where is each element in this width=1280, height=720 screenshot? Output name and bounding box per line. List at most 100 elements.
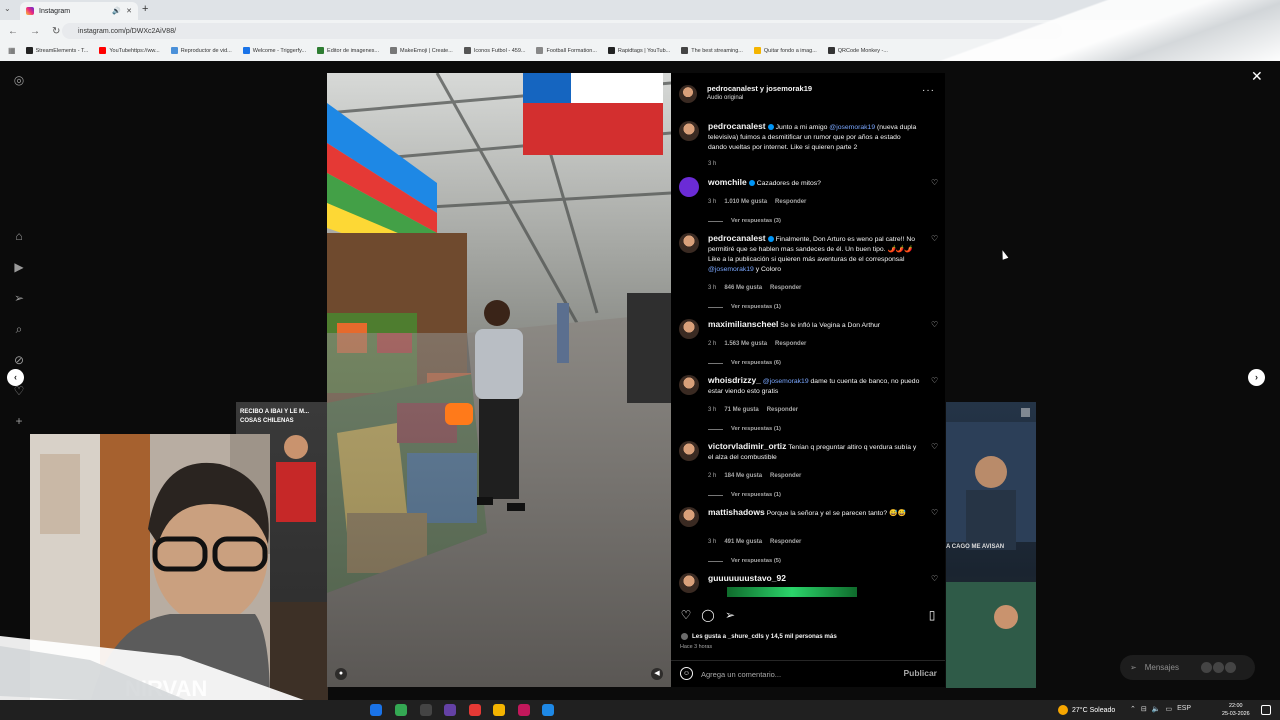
new-tab-button[interactable]: + bbox=[142, 3, 148, 15]
previous-post-icon[interactable]: ‹ bbox=[7, 369, 24, 386]
comment-like-icon[interactable]: ♡ bbox=[931, 321, 939, 329]
instagram-logo-icon[interactable]: ◎ bbox=[12, 73, 26, 87]
bookmark-item[interactable]: Quitar fondo a imag... bbox=[753, 47, 817, 54]
address-bar[interactable]: instagram.com/p/DWXc2AiV88/ bbox=[62, 23, 1062, 39]
apps-grid-icon[interactable]: ▦ bbox=[8, 46, 16, 55]
bookmark-item[interactable]: MakeEmoji | Create... bbox=[390, 47, 453, 54]
messages-button[interactable]: ➢ Mensajes bbox=[1120, 655, 1255, 680]
forward-icon[interactable]: → bbox=[30, 26, 40, 37]
comment-username[interactable]: mattishadows bbox=[708, 507, 765, 517]
direct-icon[interactable]: ➢ bbox=[12, 291, 26, 305]
bookmark-item[interactable]: Welcome - Triggerfy... bbox=[242, 47, 306, 54]
background-post-right[interactable]: A CAGO ME AVISAN bbox=[946, 402, 1036, 688]
comment-likes[interactable]: 71 Me gusta bbox=[724, 407, 758, 413]
reply-button[interactable]: Responder bbox=[770, 473, 801, 479]
comment-like-icon[interactable]: ♡ bbox=[931, 377, 939, 385]
reply-button[interactable]: Responder bbox=[767, 407, 798, 413]
comment-like-icon[interactable]: ♡ bbox=[931, 443, 939, 451]
likes-summary[interactable]: Les gusta a _shure_cdls y 14,5 mil perso… bbox=[680, 632, 837, 641]
weather-widget[interactable]: 27°C Soleado bbox=[1058, 705, 1115, 715]
commenter-avatar[interactable] bbox=[679, 177, 699, 197]
post-video[interactable]: ● ◀ bbox=[327, 73, 671, 687]
close-tab-icon[interactable]: ✕ bbox=[126, 7, 132, 15]
chrome-taskbar-icon[interactable] bbox=[370, 704, 382, 716]
comment-mention[interactable]: @josemorak19 bbox=[829, 124, 875, 131]
comment-likes[interactable]: 184 Me gusta bbox=[724, 473, 762, 479]
comment-likes[interactable]: 846 Me gusta bbox=[724, 285, 762, 291]
mute-icon[interactable]: ◀ bbox=[651, 668, 663, 680]
share-icon[interactable]: ➢ bbox=[723, 608, 737, 622]
commenter-avatar[interactable] bbox=[679, 121, 699, 141]
tagged-users-icon[interactable]: ● bbox=[335, 668, 347, 680]
reply-button[interactable]: Responder bbox=[775, 199, 806, 205]
obs-taskbar-icon[interactable] bbox=[420, 704, 432, 716]
reply-button[interactable]: Responder bbox=[770, 285, 801, 291]
commenter-avatar[interactable] bbox=[679, 507, 699, 527]
comment-likes[interactable]: 1.010 Me gusta bbox=[724, 199, 767, 205]
reload-icon[interactable]: ↻ bbox=[52, 26, 60, 37]
comment-icon[interactable]: ◯ bbox=[701, 608, 715, 622]
clock[interactable]: 22:00 25-03-2026 bbox=[1222, 702, 1250, 718]
bookmark-item[interactable]: The best streaming... bbox=[681, 47, 743, 54]
folder-taskbar-icon[interactable] bbox=[493, 704, 505, 716]
audio-label[interactable]: Audio original bbox=[707, 95, 743, 101]
comment-mention[interactable]: @josemorak19 bbox=[763, 378, 809, 385]
next-post-icon[interactable]: › bbox=[1248, 369, 1265, 386]
publish-button[interactable]: Publicar bbox=[903, 668, 937, 678]
comment-like-icon[interactable]: ♡ bbox=[931, 179, 939, 187]
reply-button[interactable]: Responder bbox=[775, 341, 806, 347]
search-icon[interactable]: ⌕ bbox=[12, 322, 26, 336]
comment-likes[interactable]: 1.563 Me gusta bbox=[724, 341, 767, 347]
browser-taskbar-icon[interactable] bbox=[395, 704, 407, 716]
save-icon[interactable]: ▯ bbox=[925, 608, 939, 622]
comment-username[interactable]: guuuuuuustavo_92 bbox=[708, 573, 786, 583]
back-icon[interactable]: ← bbox=[8, 26, 18, 37]
bookmark-item[interactable]: Editor de imagenes... bbox=[317, 47, 379, 54]
network-icon[interactable]: ⊟ bbox=[1141, 705, 1147, 713]
comment-likes[interactable]: 491 Me gusta bbox=[724, 539, 762, 545]
view-replies-button[interactable]: Ver respuestas (6) bbox=[708, 360, 781, 366]
comment-input[interactable] bbox=[701, 666, 891, 682]
like-icon[interactable]: ♡ bbox=[679, 608, 693, 622]
bookmark-item[interactable]: YouTubehttps://ww... bbox=[99, 47, 160, 54]
explore-icon[interactable]: ⊘ bbox=[12, 353, 26, 367]
author-avatar[interactable] bbox=[679, 85, 697, 103]
app-taskbar-icon[interactable] bbox=[469, 704, 481, 716]
comments-list[interactable]: pedrocanalest Junto a mi amigo @josemorak… bbox=[671, 109, 945, 599]
more-options-icon[interactable]: ··· bbox=[922, 85, 935, 96]
commenter-avatar[interactable] bbox=[679, 233, 699, 253]
twitch-taskbar-icon[interactable] bbox=[444, 704, 456, 716]
bookmark-item[interactable]: QRCode Monkey -... bbox=[827, 47, 888, 54]
bookmark-item[interactable]: StreamElements - T... bbox=[25, 47, 88, 54]
home-icon[interactable]: ⌂ bbox=[12, 229, 26, 243]
comment-username[interactable]: womchile bbox=[708, 177, 747, 187]
tab-instagram[interactable]: Instagram 🔊 ✕ bbox=[20, 2, 138, 20]
commenter-avatar[interactable] bbox=[679, 573, 699, 593]
comment-like-icon[interactable]: ♡ bbox=[931, 575, 939, 583]
commenter-avatar[interactable] bbox=[679, 441, 699, 461]
speaker-icon[interactable]: 🔊 bbox=[112, 7, 121, 15]
comment-like-icon[interactable]: ♡ bbox=[931, 235, 939, 243]
create-icon[interactable]: + bbox=[12, 414, 26, 428]
tab-search-icon[interactable]: ⌄ bbox=[4, 4, 11, 13]
close-icon[interactable]: ✕ bbox=[1251, 68, 1263, 85]
comment-username[interactable]: pedrocanalest bbox=[708, 233, 766, 243]
language-indicator[interactable]: ESP bbox=[1177, 705, 1191, 713]
notification-icon[interactable] bbox=[1261, 705, 1271, 715]
comment-username[interactable]: whoisdrizzy_ bbox=[708, 375, 761, 385]
volume-icon[interactable]: 🔈 bbox=[1152, 705, 1161, 713]
view-replies-button[interactable]: Ver respuestas (1) bbox=[708, 304, 781, 310]
view-replies-button[interactable]: Ver respuestas (3) bbox=[708, 218, 781, 224]
commenter-avatar[interactable] bbox=[679, 375, 699, 395]
comment-username[interactable]: victorvladimir_ortiz bbox=[708, 441, 786, 451]
bookmark-item[interactable]: Rapidtags | YouTub... bbox=[607, 47, 670, 54]
view-replies-button[interactable]: Ver respuestas (5) bbox=[708, 558, 781, 564]
bookmark-item[interactable]: Football Formation... bbox=[536, 47, 597, 54]
media-taskbar-icon[interactable] bbox=[518, 704, 530, 716]
post-authors[interactable]: pedrocanalest y josemorak19 bbox=[707, 84, 812, 93]
emoji-icon[interactable]: ☺ bbox=[680, 667, 693, 680]
chevron-up-icon[interactable]: ⌃ bbox=[1130, 705, 1136, 713]
comment-like-icon[interactable]: ♡ bbox=[931, 509, 939, 517]
notifications-icon[interactable]: ♡ bbox=[12, 384, 26, 398]
reels-icon[interactable]: ▶ bbox=[12, 260, 26, 274]
